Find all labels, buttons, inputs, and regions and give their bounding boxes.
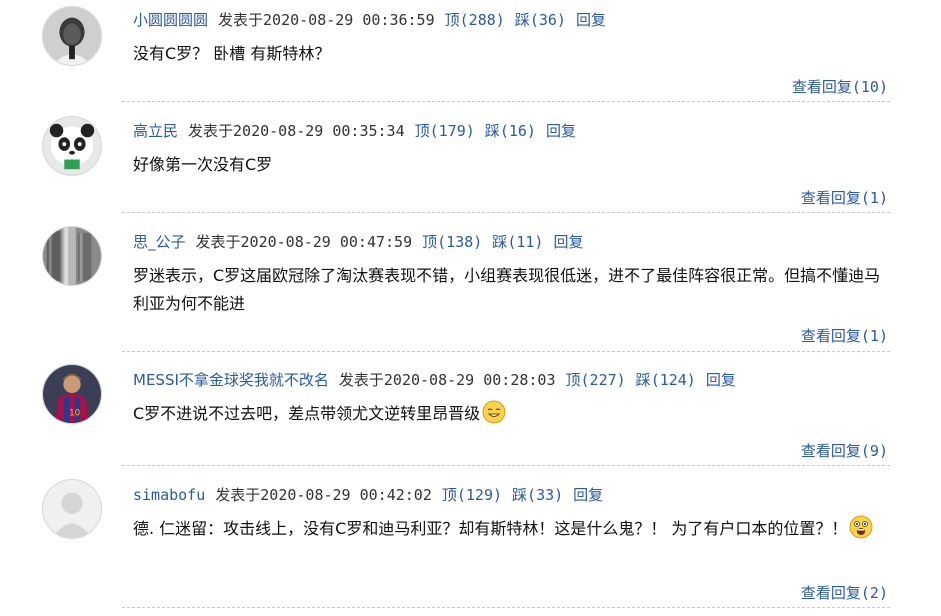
comment-divider [122,101,890,102]
downvote-button[interactable]: 踩(16) [485,122,536,140]
upvote-label: 顶 [422,233,438,251]
comment-text: 没有C罗？ 卧槽 有斯特林？ [133,40,893,68]
view-replies-label: 查看回复 [800,189,861,207]
posted-label: 发表于 [218,11,264,29]
view-replies-label: 查看回复 [800,327,861,345]
comment-text-content: 好像第一次没有C罗 [133,155,273,174]
view-replies-link[interactable]: 查看回复(2) [801,582,888,603]
view-replies-label: 查看回复 [800,584,861,602]
username-link[interactable]: 高立民 [133,122,178,140]
downvote-label: 踩 [484,122,500,140]
svg-text:10: 10 [69,408,80,418]
reply-button[interactable]: 回复 [576,11,606,29]
downvote-count: (33) [527,486,564,504]
upvote-button[interactable]: 顶(129) [442,486,502,504]
user-avatar[interactable] [42,116,102,176]
comment-divider [122,212,890,213]
comment-divider [122,351,890,352]
downvote-count: (16) [499,122,536,140]
default-avatar-icon [43,480,101,538]
downvote-button[interactable]: 踩(11) [492,233,543,251]
upvote-count: (179) [429,122,475,140]
comment-meta: 高立民 发表于2020-08-29 00:35:34 顶(179) 踩(16) 回复 [133,120,576,141]
user-avatar[interactable] [42,479,102,539]
view-replies-label: 查看回复 [800,442,861,460]
reply-count: (1) [860,327,888,345]
player-avatar-icon: 10 [43,365,101,423]
timestamp: 2020-08-29 00:35:34 [233,122,405,140]
user-avatar[interactable]: 10 [42,364,102,424]
child-avatar-icon [43,7,101,65]
comment-text: 德. 仁迷留：攻击线上，没有C罗和迪马利亚？却有斯特林！这是什么鬼？！ 为了有户… [133,515,893,543]
upvote-count: (129) [456,486,503,504]
view-replies-label: 查看回复 [791,78,852,96]
posted-label: 发表于 [215,486,261,504]
upvote-label: 顶 [565,371,581,389]
downvote-label: 踩 [514,11,530,29]
downvote-count: (124) [650,371,696,389]
comment-divider [122,465,890,466]
downvote-count: (36) [529,11,566,29]
upvote-count: (227) [580,371,626,389]
upvote-count: (288) [459,11,505,29]
sweat-smile-emoji-icon [482,400,506,424]
username-link[interactable]: MESSI不拿金球奖我就不改名 [133,371,329,389]
upvote-label: 顶 [414,122,430,140]
posted-label: 发表于 [188,122,234,140]
reply-count: (10) [851,78,888,96]
downvote-button[interactable]: 踩(33) [512,486,563,504]
view-replies-link[interactable]: 查看回复(1) [801,325,888,346]
reply-button[interactable]: 回复 [546,122,576,140]
comment-divider [122,607,890,608]
reply-count: (9) [860,442,888,460]
downvote-button[interactable]: 踩(36) [515,11,566,29]
upvote-button[interactable]: 顶(227) [566,371,626,389]
downvote-button[interactable]: 踩(124) [636,371,696,389]
username-link[interactable]: 小圆圆圆圆 [133,11,208,29]
view-replies-link[interactable]: 查看回复(1) [801,187,888,208]
reply-button[interactable]: 回复 [553,233,583,251]
comment-meta: MESSI不拿金球奖我就不改名 发表于2020-08-29 00:28:03 顶(2… [133,369,736,390]
timestamp: 2020-08-29 00:47:59 [240,233,413,251]
timestamp: 2020-08-29 00:42:02 [260,486,432,504]
user-avatar[interactable] [42,6,102,66]
timestamp: 2020-08-29 00:36:59 [263,11,435,29]
pipes-avatar-icon [43,227,101,285]
comment-meta: simabofu 发表于2020-08-29 00:42:02 顶(129) 踩(33… [133,484,603,505]
comment-text: 好像第一次没有C罗 [133,151,893,179]
user-avatar[interactable] [42,226,102,286]
posted-label: 发表于 [195,233,241,251]
comment-text-content: 德. 仁迷留：攻击线上，没有C罗和迪马利亚？却有斯特林！这是什么鬼？！ 为了有户… [133,519,848,538]
comment-meta: 小圆圆圆圆 发表于2020-08-29 00:36:59 顶(288) 踩(36) 回复 [133,9,606,30]
upvote-count: (138) [437,233,483,251]
username-link[interactable]: 思_公子 [133,233,186,251]
posted-label: 发表于 [338,371,384,389]
comment-text: 罗迷表示，C罗这届欧冠除了淘汰赛表现不错，小组赛表现很低迷，进不了最佳阵容很正常… [133,262,893,318]
upvote-label: 顶 [441,486,457,504]
downvote-count: (11) [507,233,544,251]
upvote-button[interactable]: 顶(179) [415,122,475,140]
shocked-emoji-icon [849,515,873,539]
reply-count: (1) [860,189,888,207]
reply-count: (2) [860,584,888,602]
view-replies-link[interactable]: 查看回复(9) [801,440,888,461]
view-replies-link[interactable]: 查看回复(10) [792,76,888,97]
upvote-button[interactable]: 顶(288) [445,11,505,29]
reply-button[interactable]: 回复 [706,371,736,389]
downvote-label: 踩 [635,371,651,389]
comment-meta: 思_公子 发表于2020-08-29 00:47:59 顶(138) 踩(11) 回复 [133,231,583,252]
timestamp: 2020-08-29 00:28:03 [383,371,556,389]
comment-text-content: 罗迷表示，C罗这届欧冠除了淘汰赛表现不错，小组赛表现很低迷，进不了最佳阵容很正常… [133,266,881,313]
panda-avatar-icon [43,117,101,175]
upvote-button[interactable]: 顶(138) [422,233,482,251]
downvote-label: 踩 [512,486,528,504]
downvote-label: 踩 [492,233,508,251]
username-link[interactable]: simabofu [133,486,205,504]
comment-text-content: 没有C罗？ 卧槽 有斯特林？ [133,44,331,63]
comment-text: C罗不进说不过去吧，差点带领尤文逆转里昂晋级 [133,400,893,428]
comment-text-content: C罗不进说不过去吧，差点带领尤文逆转里昂晋级 [133,404,481,423]
upvote-label: 顶 [444,11,460,29]
reply-button[interactable]: 回复 [573,486,603,504]
